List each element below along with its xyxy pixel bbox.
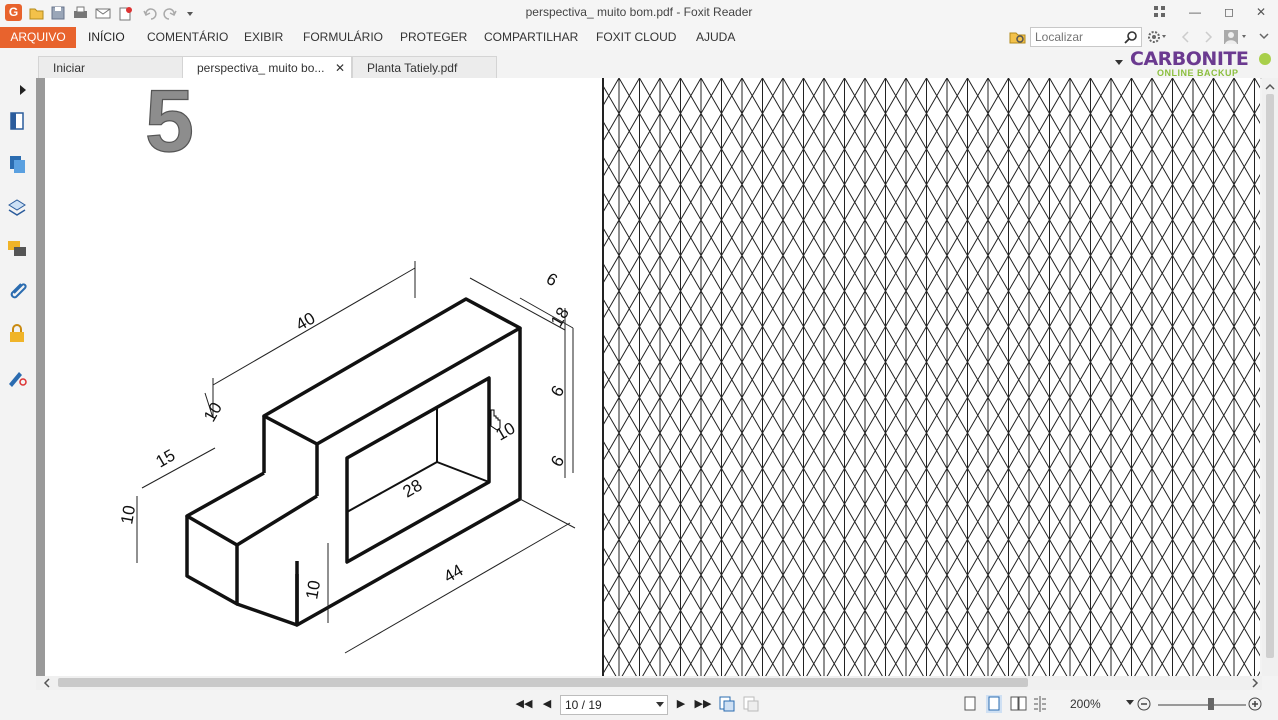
window-title: perspectiva_ muito bom.pdf - Foxit Reade… (525, 5, 753, 19)
last-page-icon: ▶▶ (694, 698, 712, 710)
tab-perspectiva[interactable]: perspectiva_ muito bo... ✕ (182, 56, 352, 79)
close-icon: ✕ (1255, 5, 1267, 19)
carbonite-dot-icon (1259, 53, 1271, 65)
zoom-in-icon[interactable] (1248, 697, 1262, 711)
scroll-up-icon[interactable] (1265, 82, 1275, 92)
close-button[interactable]: ✕ (1248, 3, 1274, 21)
carbonite-tagline: ONLINE BACKUP (1157, 68, 1239, 78)
single-page-icon[interactable] (964, 696, 976, 711)
collapse-ribbon-icon[interactable] (1259, 33, 1269, 40)
scroll-left-icon[interactable] (42, 678, 52, 688)
dim-label: 15 (153, 446, 179, 472)
tab-label: perspectiva_ muito bo... (197, 61, 325, 75)
maximize-icon: ◻ (1224, 5, 1234, 19)
menu-exibir[interactable]: EXIBIR (244, 30, 283, 44)
menu-compartilhar[interactable]: COMPARTILHAR (484, 30, 578, 44)
carbonite-logo: CARBONITE (1130, 48, 1249, 70)
last-page-button[interactable]: ▶▶ (694, 696, 712, 712)
first-page-button[interactable]: ◀◀ (515, 696, 533, 712)
menu-comentario[interactable]: COMENTÁRIO (147, 30, 228, 44)
layers-pages-icon[interactable] (6, 153, 28, 175)
ribbon-right-tools (1148, 30, 1269, 44)
settings-gear-icon[interactable] (1148, 31, 1166, 43)
search-box[interactable] (1030, 27, 1142, 47)
tab-close-icon[interactable]: ✕ (335, 57, 345, 79)
find-folder-icon[interactable] (1009, 29, 1027, 45)
dim-label: 10 (200, 399, 226, 425)
minimize-button[interactable]: — (1182, 3, 1208, 21)
dim-label: 40 (293, 309, 319, 335)
ribbon-display-icon[interactable] (1152, 4, 1168, 20)
next-view-icon[interactable] (743, 696, 759, 712)
continuous-page-icon[interactable] (986, 695, 1002, 713)
forward-arrow-icon[interactable] (1205, 31, 1213, 43)
isometric-drawing (185, 297, 522, 627)
page-number-input[interactable] (561, 696, 659, 714)
continuous-facing-icon[interactable] (1034, 696, 1046, 712)
page-dropdown-icon[interactable] (656, 702, 664, 708)
dim-label: 10 (117, 504, 139, 526)
previous-view-icon[interactable] (719, 696, 735, 712)
zoom-level[interactable]: 200% (1070, 697, 1101, 711)
menu-formulario[interactable]: FORMULÁRIO (303, 30, 383, 44)
view-history-tools (719, 696, 759, 712)
page-canvas: 5 40 10 6 18 6 6 10 15 10 28 10 44 (117, 78, 1260, 676)
zoom-out-icon[interactable] (1137, 697, 1151, 711)
exercise-number: 5 (145, 78, 194, 170)
menu-foxit-cloud[interactable]: FOXIT CLOUD (596, 30, 676, 44)
dim-label: 6 (543, 269, 561, 290)
zoom-dropdown-icon[interactable] (1126, 700, 1134, 706)
dim-label: 10 (302, 579, 324, 601)
page-thumbnails-icon[interactable] (6, 110, 28, 132)
expand-panel-icon[interactable] (18, 84, 28, 96)
tab-list-dropdown-icon[interactable] (1114, 59, 1124, 67)
scroll-right-icon[interactable] (1250, 678, 1260, 688)
vertical-scrollbar[interactable] (1262, 78, 1278, 676)
first-page-icon: ◀◀ (515, 698, 533, 710)
tab-label: Planta Tatiely.pdf (367, 61, 458, 75)
minimize-icon: — (1189, 5, 1201, 19)
dim-label: 44 (441, 561, 467, 587)
menu-inicio[interactable]: INÍCIO (88, 30, 125, 44)
hand-cursor-icon (490, 409, 501, 431)
dim-label: 28 (400, 476, 426, 502)
zoom-slider[interactable] (1158, 704, 1246, 706)
horizontal-scroll-thumb[interactable] (58, 678, 1028, 687)
user-account-icon[interactable] (1224, 30, 1246, 44)
facing-pages-icon[interactable] (1010, 696, 1027, 711)
search-input[interactable] (1031, 28, 1127, 46)
menu-proteger[interactable]: PROTEGER (400, 30, 467, 44)
previous-page-button[interactable]: ◀ (538, 696, 556, 712)
next-page-icon: ▶ (676, 698, 686, 710)
tab-label: Iniciar (53, 61, 86, 75)
menu-arquivo[interactable]: ARQUIVO (0, 27, 76, 48)
carbonite-ad[interactable]: CARBONITE ONLINE BACKUP (1130, 48, 1275, 80)
comments-icon[interactable] (6, 238, 28, 260)
vertical-scroll-thumb[interactable] (1266, 94, 1274, 658)
tab-iniciar[interactable]: Iniciar (38, 56, 183, 78)
dimension-lines (136, 261, 576, 654)
search-icon[interactable] (1124, 30, 1138, 44)
layers-icon[interactable] (6, 196, 28, 218)
maximize-button[interactable]: ◻ (1216, 3, 1242, 21)
tab-planta-tatiely[interactable]: Planta Tatiely.pdf (352, 56, 497, 78)
page-number-field[interactable] (560, 695, 668, 715)
pdf-page[interactable]: 5 40 10 6 18 6 6 10 15 10 28 10 44 (45, 78, 1260, 676)
security-lock-icon[interactable] (6, 322, 28, 344)
page-layout-tools (964, 695, 1046, 713)
attachments-icon[interactable] (6, 280, 28, 302)
zoom-slider-thumb[interactable] (1208, 698, 1214, 710)
menu-ajuda[interactable]: AJUDA (696, 30, 735, 44)
signature-icon[interactable] (6, 366, 28, 388)
isometric-grid (603, 78, 1260, 676)
back-arrow-icon[interactable] (1181, 31, 1189, 43)
previous-page-icon: ◀ (542, 698, 552, 710)
next-page-button[interactable]: ▶ (672, 696, 690, 712)
